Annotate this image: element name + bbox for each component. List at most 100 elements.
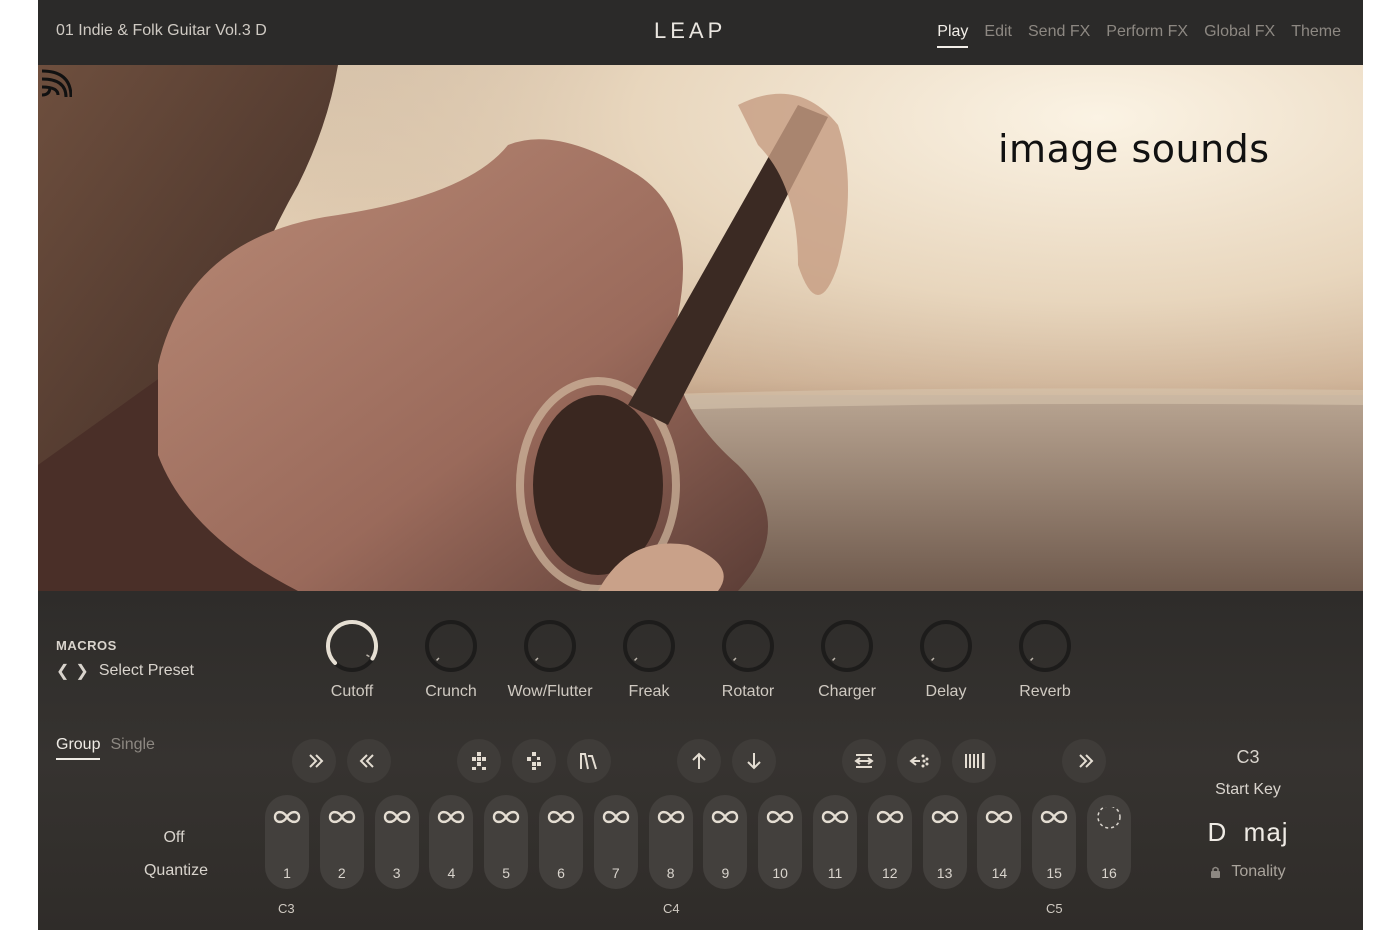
knob-label: Rotator [721, 683, 775, 700]
tab-group[interactable]: Group [56, 736, 101, 760]
knob-label: Charger [818, 683, 876, 700]
pad-1[interactable]: 1 [265, 795, 309, 889]
knob-dial[interactable] [424, 619, 478, 673]
tonality-value[interactable]: D maj [1188, 817, 1308, 848]
loop-icon [712, 810, 739, 824]
skip-forward-icon [309, 754, 324, 768]
macro-preset-selector: ❮ ❯ Select Preset [56, 661, 194, 681]
loop-icon [438, 810, 465, 824]
arrow-down-button[interactable] [732, 739, 776, 783]
scatter-icon [909, 754, 929, 768]
arrow-up-icon [692, 752, 706, 769]
pad-2[interactable]: 2 [319, 795, 364, 889]
knob-label: Wow/Flutter [507, 683, 593, 700]
macro-knob-freak[interactable]: Freak [604, 619, 694, 701]
next-preset-button[interactable]: ❯ [75, 661, 88, 681]
macro-knob-cutoff[interactable]: Cutoff [307, 619, 397, 701]
knob-dial[interactable] [820, 619, 874, 673]
shuffle-alt-icon [527, 752, 541, 770]
pad-3[interactable]: 3 [374, 795, 419, 889]
skip-back-icon [359, 754, 374, 768]
macro-knob-delay[interactable]: Delay [901, 619, 991, 701]
knob-dial[interactable] [919, 619, 973, 673]
macro-knob-reverb[interactable]: Reverb [1000, 619, 1090, 701]
loop-icon [821, 810, 849, 824]
pad-12[interactable]: 12 [867, 795, 912, 889]
preset-name[interactable]: 01 Indie & Folk Guitar Vol.3 D [56, 22, 267, 40]
knob-dial[interactable] [721, 619, 775, 673]
pad-4[interactable]: 4 [429, 795, 474, 889]
performance-panel: MACROS ❮ ❯ Select Preset Cutoff Crunch W… [38, 591, 1363, 930]
skip-forward-button[interactable] [1062, 739, 1106, 783]
octave-label-c4: C4 [663, 901, 680, 916]
arrow-up-button[interactable] [677, 739, 721, 783]
octave-label-c5: C5 [1046, 901, 1063, 916]
pad-13[interactable]: 13 [922, 795, 967, 889]
pad-number: 16 [1101, 865, 1117, 881]
pad-15[interactable]: 15 [1032, 795, 1077, 889]
knob-dial[interactable] [523, 619, 577, 673]
pad-6[interactable]: 6 [539, 795, 583, 889]
loop-icon [931, 810, 958, 824]
knob-label: Freak [628, 683, 670, 700]
loop-icon [273, 810, 301, 824]
pad-number: 14 [991, 865, 1008, 881]
pad-number: 6 [557, 865, 565, 881]
sound-waves-icon [41, 69, 72, 98]
knob-dial[interactable] [1018, 619, 1072, 673]
knob-label: Crunch [425, 683, 477, 700]
pad-7[interactable]: 7 [593, 795, 638, 889]
macro-knob-wow-flutter[interactable]: Wow/Flutter [505, 619, 595, 701]
pad-16[interactable]: 16 [1087, 795, 1131, 889]
macro-knob-crunch[interactable]: Crunch [406, 619, 496, 701]
macro-knob-rotator[interactable]: Rotator [703, 619, 793, 701]
loop-icon [766, 810, 794, 824]
scatter-button[interactable] [897, 739, 941, 783]
skip-forward-icon [1079, 754, 1094, 768]
loop-icon [1040, 810, 1068, 824]
knob-dial[interactable] [622, 619, 676, 673]
pad-14[interactable]: 14 [977, 795, 1022, 889]
skip-back-button[interactable] [347, 739, 391, 783]
shuffle-alt-button[interactable] [512, 739, 556, 783]
loop-icon [602, 810, 629, 824]
pad-9[interactable]: 9 [703, 795, 748, 889]
pad-11[interactable]: 11 [813, 795, 857, 889]
previous-preset-button[interactable]: ❮ [56, 661, 69, 681]
loop-icon [328, 810, 355, 824]
reverse-button[interactable] [842, 739, 886, 783]
pad-8[interactable]: 8 [648, 795, 693, 889]
leap-app-window: 01 Indie & Folk Guitar Vol.3 D LEAP Play… [38, 0, 1363, 930]
pad-5[interactable]: 5 [484, 795, 529, 889]
shuffle-pattern-button[interactable] [457, 739, 501, 783]
tab-theme[interactable]: Theme [1291, 23, 1341, 48]
pad-number: 3 [392, 865, 401, 881]
tab-perform-fx[interactable]: Perform FX [1106, 23, 1188, 48]
tab-single[interactable]: Single [110, 736, 154, 760]
select-preset-label[interactable]: Select Preset [99, 662, 194, 680]
quantize-value[interactable]: Off [144, 829, 204, 847]
tab-edit[interactable]: Edit [984, 23, 1012, 48]
loop-icon [547, 810, 575, 824]
loop-icon [383, 810, 410, 824]
loop-icon [657, 810, 684, 824]
loop-icon [492, 810, 520, 824]
start-key-value[interactable]: C3 [1188, 747, 1308, 768]
hero-image: image sounds [38, 65, 1363, 591]
tab-play[interactable]: Play [937, 23, 969, 48]
lock-icon[interactable] [1210, 866, 1221, 878]
stutter-button[interactable] [952, 739, 996, 783]
arrow-down-icon [747, 753, 761, 770]
loop-icon [876, 810, 903, 824]
brand-logo: LEAP [654, 18, 727, 43]
macro-knob-charger[interactable]: Charger [802, 619, 892, 701]
skip-forward-button[interactable] [292, 739, 336, 783]
knob-label: Cutoff [330, 683, 374, 700]
shuffle-pattern-icon [472, 752, 486, 770]
tab-global-fx[interactable]: Global FX [1204, 23, 1275, 48]
knob-dial[interactable] [325, 619, 379, 673]
pad-10[interactable]: 10 [758, 795, 803, 889]
octave-label-c3: C3 [278, 901, 295, 916]
tab-send-fx[interactable]: Send FX [1028, 23, 1090, 48]
envelope-button[interactable] [567, 739, 611, 783]
